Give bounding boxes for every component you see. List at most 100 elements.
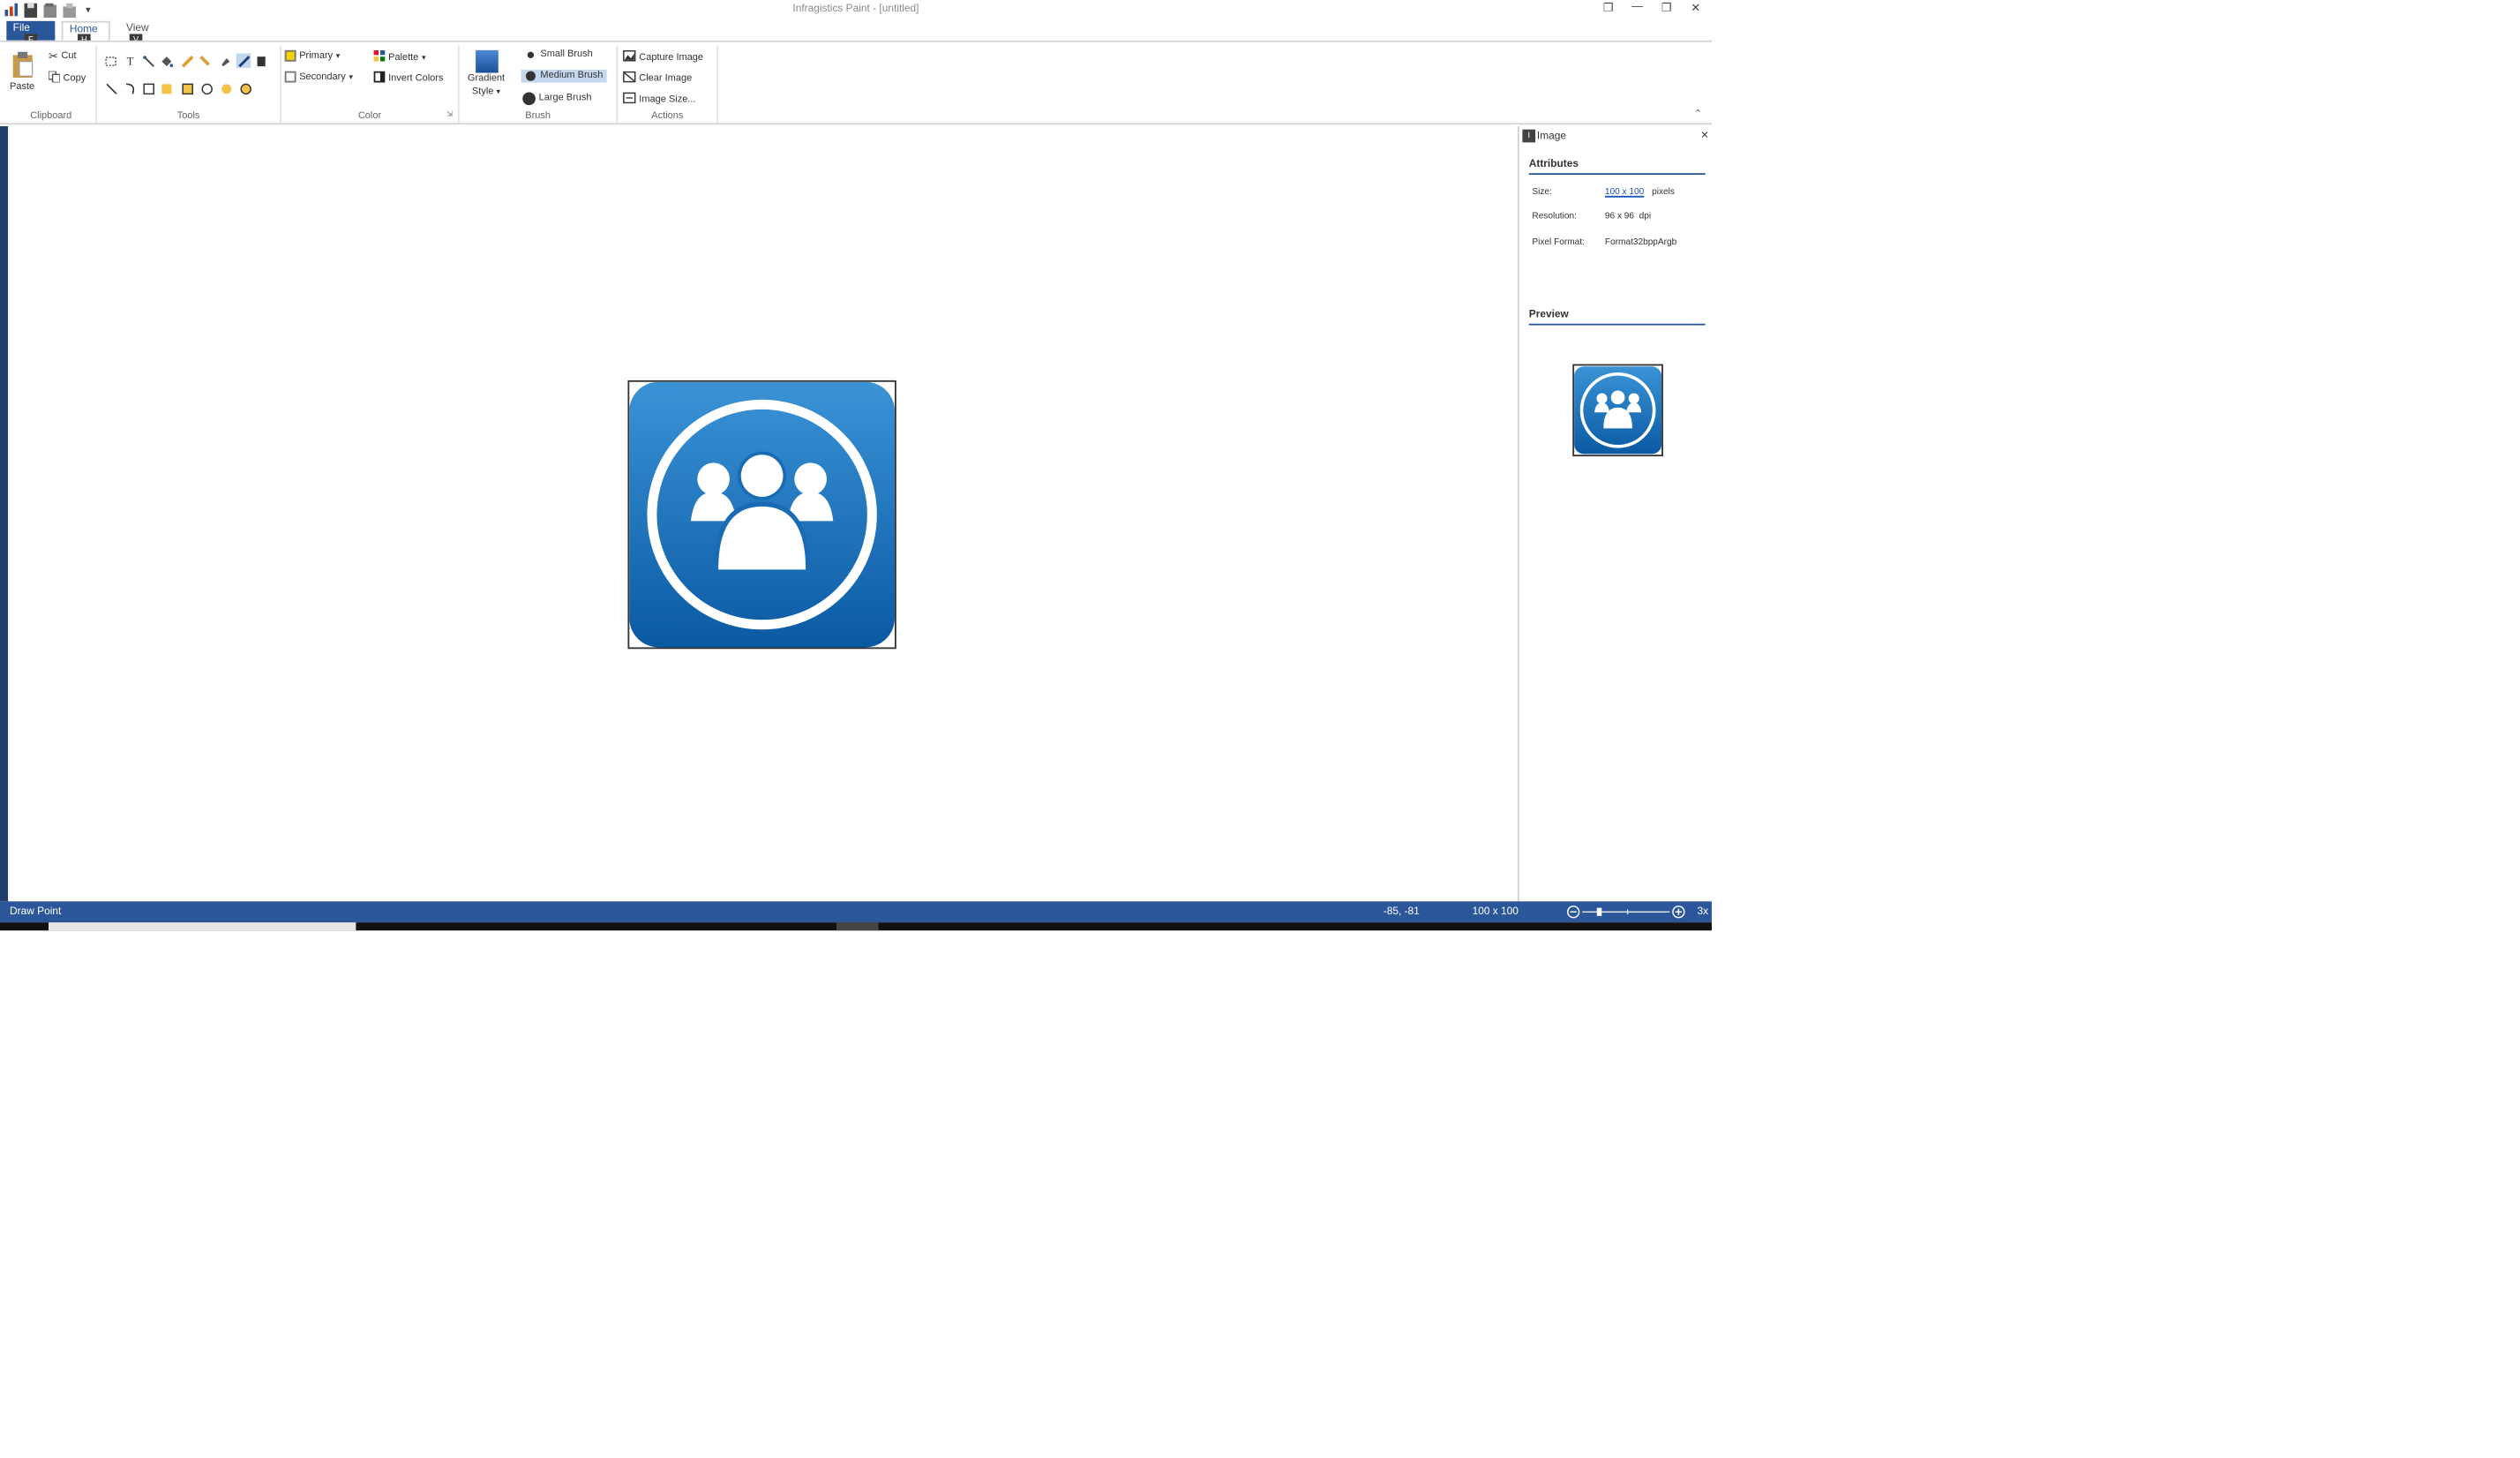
paste-button[interactable]: Paste bbox=[10, 51, 35, 93]
secondary-swatch-icon bbox=[284, 71, 296, 83]
preview-image bbox=[1572, 364, 1663, 457]
palette-label: Palette bbox=[388, 52, 419, 63]
window-left-edge bbox=[0, 126, 9, 902]
large-brush-button[interactable]: Large Brush bbox=[522, 92, 592, 106]
pencil-icon[interactable] bbox=[180, 54, 195, 69]
ribbon: Paste ✂ Cut Copy Clipboard T Tools Prima… bbox=[0, 40, 1712, 125]
outlined-filled-rectangle-icon[interactable] bbox=[180, 81, 195, 96]
cut-label: Cut bbox=[61, 51, 77, 62]
eraser-icon[interactable] bbox=[254, 54, 269, 69]
primary-label: Primary bbox=[299, 50, 334, 61]
gradient-icon bbox=[475, 49, 498, 73]
pixel-format-label: Pixel Format: bbox=[1532, 237, 1585, 248]
filled-rectangle-icon[interactable] bbox=[159, 81, 174, 96]
taskbar-app[interactable] bbox=[836, 922, 879, 931]
actions-group: Capture Image Clear Image Image Size... … bbox=[618, 45, 719, 124]
actions-group-label: Actions bbox=[651, 111, 684, 122]
taskbar-search[interactable] bbox=[49, 922, 356, 931]
copy-label: Copy bbox=[63, 73, 86, 84]
zoom-level: 3x bbox=[1697, 906, 1709, 918]
secondary-color-button[interactable]: Secondary ▾ bbox=[284, 71, 354, 83]
magic-wand-icon[interactable] bbox=[141, 54, 156, 69]
users-group-icon bbox=[629, 381, 895, 648]
color-picker-icon[interactable] bbox=[217, 54, 232, 69]
medium-brush-button[interactable]: Medium Brush bbox=[521, 69, 607, 83]
size-label: Size: bbox=[1532, 187, 1552, 198]
capture-image-label: Capture Image bbox=[639, 52, 704, 63]
gradient-style-button[interactable]: Gradient Style ▾ bbox=[467, 49, 506, 100]
primary-color-button[interactable]: Primary ▾ bbox=[284, 49, 341, 62]
outlined-filled-ellipse-icon[interactable] bbox=[238, 81, 253, 96]
capture-image-button[interactable]: Capture Image bbox=[623, 50, 703, 65]
filled-ellipse-icon[interactable] bbox=[219, 81, 234, 96]
color-group: Primary ▾ Secondary ▾ Palette ▾ Invert C… bbox=[281, 45, 460, 124]
invert-colors-label: Invert Colors bbox=[388, 73, 444, 84]
clipboard-group: Paste ✂ Cut Copy Clipboard bbox=[6, 45, 98, 124]
copy-button[interactable]: Copy bbox=[48, 70, 86, 86]
rectangle-icon[interactable] bbox=[141, 81, 156, 96]
collapse-ribbon-icon[interactable]: ⌃ bbox=[1694, 109, 1702, 120]
primary-swatch-icon bbox=[284, 49, 296, 62]
small-brush-button[interactable]: Small Brush bbox=[524, 50, 593, 60]
zoom-slider[interactable] bbox=[1566, 905, 1692, 920]
select-icon[interactable] bbox=[103, 54, 118, 69]
image-panel: I Image × Attributes Size: 100 x 100 pix… bbox=[1517, 126, 1714, 902]
invert-colors-button[interactable]: Invert Colors bbox=[373, 71, 444, 86]
restore-button[interactable]: ❒ bbox=[1660, 2, 1673, 15]
size-value-link[interactable]: 100 x 100 bbox=[1605, 188, 1644, 198]
ribbon-display-options-icon[interactable]: ❐ bbox=[1601, 2, 1615, 15]
image-size-label: Image Size... bbox=[639, 94, 696, 105]
ellipse-icon[interactable] bbox=[199, 81, 214, 96]
status-bar: Draw Point -85, -81 100 x 100 3x bbox=[0, 901, 1712, 923]
color-group-label: Color bbox=[357, 111, 382, 122]
panel-header: I Image × bbox=[1519, 128, 1714, 146]
capture-image-icon bbox=[623, 50, 636, 65]
clear-image-button[interactable]: Clear Image bbox=[623, 71, 692, 86]
status-mode: Draw Point bbox=[10, 906, 62, 918]
curve-icon[interactable] bbox=[123, 81, 138, 96]
tools-group: T Tools bbox=[97, 45, 282, 124]
invert-colors-icon bbox=[373, 71, 386, 86]
fill-bucket-icon[interactable] bbox=[159, 54, 174, 69]
resolution-value: 96 x 96 dpi bbox=[1604, 212, 1652, 222]
text-icon[interactable]: T bbox=[123, 54, 138, 69]
line-icon[interactable] bbox=[103, 81, 118, 96]
preview-title: Preview bbox=[1528, 309, 1706, 326]
medium-dot-icon bbox=[525, 71, 536, 81]
close-icon[interactable]: × bbox=[1701, 128, 1709, 143]
attributes-title: Attributes bbox=[1528, 159, 1706, 176]
drawing-canvas[interactable] bbox=[8, 126, 1518, 902]
users-group-icon bbox=[1574, 366, 1662, 455]
dialog-launcher-icon[interactable]: ⇲ bbox=[446, 110, 454, 120]
secondary-label: Secondary bbox=[299, 71, 346, 82]
panel-pin-icon[interactable]: I bbox=[1522, 129, 1536, 143]
draw-point-icon[interactable] bbox=[236, 53, 251, 69]
pixel-format-value: Format32bppArgb bbox=[1604, 237, 1677, 248]
medium-brush-label: Medium Brush bbox=[540, 71, 604, 81]
chevron-down-icon: ▾ bbox=[349, 71, 354, 82]
gradient-label-line2: Style ▾ bbox=[471, 87, 501, 98]
gradient-label-line1: Gradient bbox=[467, 74, 506, 85]
small-brush-label: Small Brush bbox=[540, 49, 593, 60]
large-brush-label: Large Brush bbox=[538, 94, 592, 104]
chevron-down-icon: ▾ bbox=[496, 87, 501, 98]
paste-label: Paste bbox=[10, 82, 35, 93]
cut-button[interactable]: ✂ Cut bbox=[49, 50, 77, 64]
brush-icon[interactable] bbox=[198, 54, 213, 69]
window-title: Infragistics Paint - [untitled] bbox=[792, 3, 919, 15]
chevron-down-icon: ▾ bbox=[335, 50, 341, 61]
status-dimensions: 100 x 100 bbox=[1472, 906, 1519, 918]
panel-title: Image bbox=[1536, 131, 1567, 143]
clipboard-group-label: Clipboard bbox=[30, 111, 72, 122]
clear-image-label: Clear Image bbox=[639, 73, 693, 84]
image-size-button[interactable]: Image Size... bbox=[623, 92, 696, 108]
palette-button[interactable]: Palette ▾ bbox=[373, 49, 426, 65]
minimize-button[interactable]: — bbox=[1631, 2, 1644, 15]
title-bar: ▾ Infragistics Paint - [untitled] ❐ — ❒ … bbox=[0, 0, 1712, 21]
brush-group-label: Brush bbox=[525, 111, 551, 122]
close-button[interactable]: ✕ bbox=[1689, 2, 1702, 15]
copy-icon bbox=[48, 70, 61, 86]
status-coordinates: -85, -81 bbox=[1383, 906, 1420, 918]
paste-icon bbox=[11, 51, 34, 81]
image-canvas[interactable] bbox=[627, 380, 896, 650]
